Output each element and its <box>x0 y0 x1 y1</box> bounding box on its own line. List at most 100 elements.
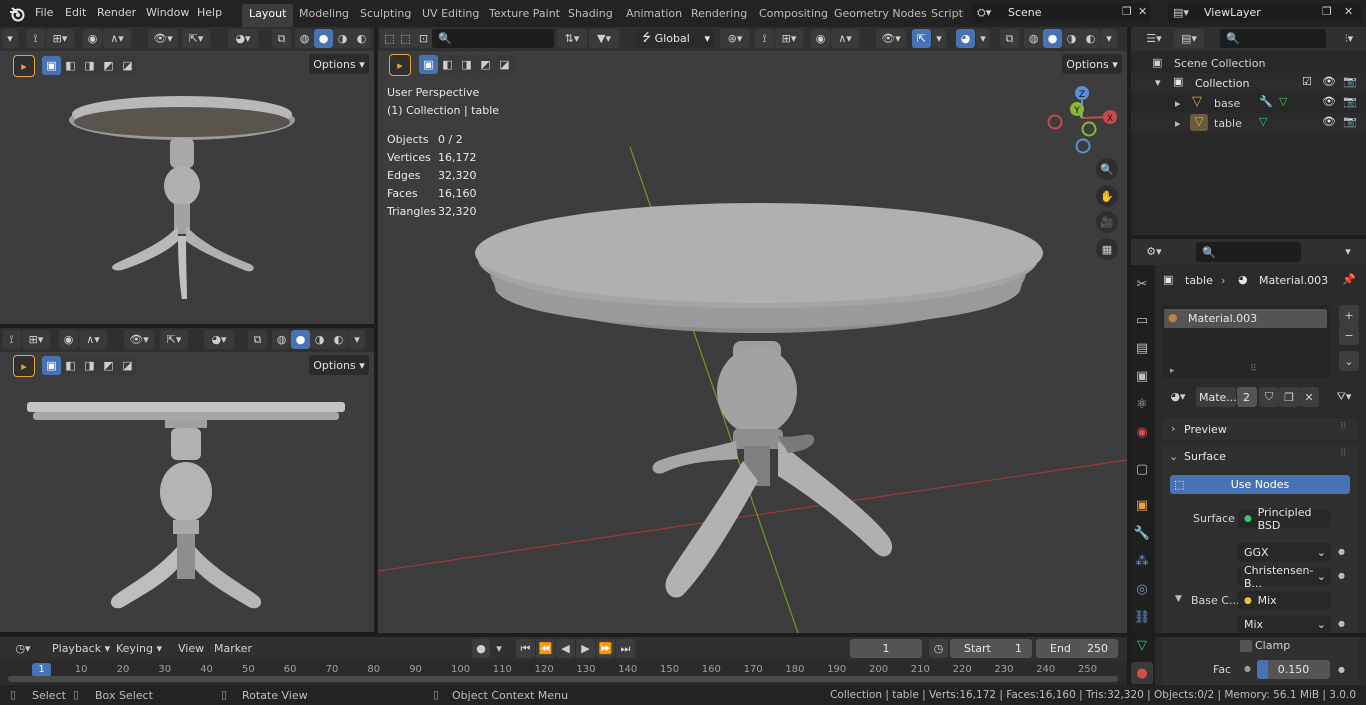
collection-tab-icon[interactable]: ▢ <box>1131 458 1153 480</box>
subsurface-method-select[interactable]: Christensen-B... ⌄ <box>1238 564 1330 590</box>
view-layer-selector[interactable]: ▤▾ ViewLayer ❐ ✕ <box>1168 3 1362 23</box>
menu-view[interactable]: View <box>178 642 204 655</box>
scene-selector[interactable]: ⛭▾ Scene ❐ ✕ <box>972 3 1150 23</box>
transform-pivot-icon[interactable]: ▾ <box>2 29 18 48</box>
material-users-count[interactable]: 2 <box>1237 387 1257 407</box>
falloff-icon-main[interactable]: ∧▾ <box>831 29 859 48</box>
jump-end-icon[interactable]: ⏭ <box>616 639 635 658</box>
snap-icon-main[interactable]: ⟟ <box>755 29 774 48</box>
snap-target-icon-2[interactable]: ⊞▾ <box>22 330 50 349</box>
select-mode-extend-icon-2[interactable]: ◧ <box>61 356 80 375</box>
select-mode-new-icon-2[interactable]: ▣ <box>42 356 61 375</box>
gizmo-icon-main[interactable]: ⇱ <box>912 29 931 48</box>
tab-shading[interactable]: Shading <box>561 4 620 23</box>
gizmo-icon[interactable]: ⇱▾ <box>182 29 210 48</box>
pin-icon[interactable]: 📌 <box>1342 273 1356 286</box>
scene-close-icon[interactable]: ✕ <box>1138 5 1147 18</box>
shading-rendered-icon-2[interactable]: ◐ <box>329 330 348 349</box>
base-color-field[interactable]: ● Mix <box>1238 591 1330 610</box>
mix-mode-select[interactable]: Mix ⌄ <box>1238 615 1330 634</box>
physics-tab-icon[interactable]: ◎ <box>1131 578 1153 600</box>
select-mode-subtract-icon-2[interactable]: ◨ <box>80 356 99 375</box>
menu-playback[interactable]: Playback ▾ <box>52 642 110 655</box>
menu-help[interactable]: Help <box>197 6 222 19</box>
left-top-viewport[interactable]: ▸ ▣ ◧ ◨ ◩ ◪ Options ▾ <box>0 51 374 324</box>
view-layer-close-icon[interactable]: ✕ <box>1344 5 1353 18</box>
frame-start-field[interactable]: Start 1 <box>950 639 1032 658</box>
object-tab-icon[interactable]: ▣ <box>1131 494 1153 516</box>
table-expand-icon[interactable]: ▸ <box>1175 117 1181 130</box>
menu-file[interactable]: File <box>35 6 53 19</box>
main-viewport[interactable]: ▸ ▣ ◧ ◨ ◩ ◪ Options ▾ User Perspective (… <box>378 51 1127 633</box>
select-mode-invert-icon[interactable]: ◩ <box>99 56 118 75</box>
base-eye-icon[interactable]: 👁 <box>1322 95 1336 108</box>
options-button-2[interactable]: Options ▾ <box>309 355 369 375</box>
tab-sculpting[interactable]: Sculpting <box>353 4 418 23</box>
base-camera-icon[interactable]: 📷 <box>1343 95 1357 108</box>
table-label[interactable]: table <box>1214 117 1242 130</box>
overlay-dropdown-icon[interactable]: ▾ <box>976 29 990 48</box>
play-reverse-icon[interactable]: ◀ <box>556 639 575 658</box>
properties-editor-icon[interactable]: ⚙▾ <box>1139 242 1169 261</box>
snap-icon-2[interactable]: ⟟ <box>2 330 21 349</box>
data-tab-icon[interactable]: ▽ <box>1131 634 1153 656</box>
shading-rendered-icon[interactable]: ◐ <box>352 29 371 48</box>
particles-tab-icon[interactable]: ⁂ <box>1131 550 1153 572</box>
select-mode-subtract-icon-main[interactable]: ◨ <box>457 55 476 74</box>
orientation-select[interactable]: ⭍ Global ▾ <box>636 29 714 48</box>
view-layer-copy-icon[interactable]: ❐ <box>1322 5 1332 18</box>
collection-expand-icon[interactable]: ▾ <box>1155 76 1161 89</box>
transform-orientation-icon[interactable]: ⇅▾ <box>557 29 587 48</box>
select-mode-extend-icon[interactable]: ◧ <box>61 56 80 75</box>
tab-geometry-nodes[interactable]: Geometry Nodes <box>827 4 934 23</box>
current-frame-field[interactable]: 1 <box>850 639 922 658</box>
overlay-icon-main[interactable]: ◕ <box>956 29 975 48</box>
shading-wire-icon[interactable]: ◍ <box>295 29 314 48</box>
shading-material-icon-main[interactable]: ◑ <box>1062 29 1081 48</box>
tab-rendering[interactable]: Rendering <box>684 4 754 23</box>
record-icon[interactable]: ● <box>472 639 490 658</box>
play-icon[interactable]: ▶ <box>576 639 595 658</box>
tab-layout[interactable]: Layout <box>242 4 294 27</box>
timeline-scrollbar[interactable] <box>8 676 1118 682</box>
select-tool-icon[interactable]: ▸ <box>13 55 35 77</box>
shading-solid-icon[interactable]: ● <box>314 29 333 48</box>
next-keyframe-icon[interactable]: ⏩ <box>596 639 615 658</box>
gizmo-dropdown-icon[interactable]: ▾ <box>932 29 946 48</box>
properties-options-icon[interactable]: ▾ <box>1337 242 1359 261</box>
camera-icon[interactable]: 🎥 <box>1096 211 1118 233</box>
pan-hand-icon[interactable]: ✋ <box>1096 185 1118 207</box>
shading-solid-icon-2[interactable]: ● <box>291 330 310 349</box>
shading-rendered-icon-main[interactable]: ◐ <box>1081 29 1100 48</box>
select-mode-new-icon-main[interactable]: ▣ <box>419 55 438 74</box>
outliner-display-mode-icon[interactable]: ▤▾ <box>1174 29 1204 48</box>
clamp-label[interactable]: Clamp <box>1255 639 1290 652</box>
tab-scripting[interactable]: Scripting <box>924 4 964 23</box>
outliner-editor-icon[interactable]: ☰▾ <box>1139 29 1169 48</box>
blender-logo-icon[interactable] <box>8 5 26 23</box>
overlay-icon[interactable]: ◕▾ <box>228 29 258 48</box>
shading-material-icon[interactable]: ◑ <box>333 29 352 48</box>
outliner-filter-icon[interactable]: ⫶▾ <box>1337 29 1361 48</box>
visibility-icon-2[interactable]: 👁▾ <box>124 330 154 349</box>
scene-collection-label[interactable]: Scene Collection <box>1174 57 1265 70</box>
options-button[interactable]: Options ▾ <box>309 54 369 74</box>
proportional-edit-icon-2[interactable]: ◉ <box>59 330 78 349</box>
scene-tab-icon[interactable]: ⚛ <box>1131 393 1153 415</box>
clamp-checkbox[interactable] <box>1240 640 1252 652</box>
outliner-search-input[interactable]: 🔍 <box>1220 29 1326 48</box>
snap-target-icon-main[interactable]: ⊞▾ <box>775 29 803 48</box>
select-mode-invert-icon-2[interactable]: ◩ <box>99 356 118 375</box>
object-mode-icon[interactable]: ⬚ <box>396 29 415 48</box>
distribution-select[interactable]: GGX ⌄ <box>1238 543 1330 562</box>
timeline-editor-icon[interactable]: ◷▾ <box>7 639 39 658</box>
select-tool-icon-main[interactable]: ▸ <box>389 54 411 76</box>
constraints-tab-icon[interactable]: ⛓ <box>1131 606 1153 628</box>
properties-search-input[interactable]: 🔍 <box>1196 242 1301 262</box>
list-resize-handle-icon[interactable]: ⠿ <box>1250 364 1257 374</box>
menu-render[interactable]: Render <box>97 6 136 19</box>
base-color-expand-icon[interactable]: ▼ <box>1175 594 1182 604</box>
duplicate-material-icon[interactable]: ❐ <box>1279 387 1299 407</box>
xray-icon[interactable]: ⧉ <box>272 29 291 48</box>
tab-texture-paint[interactable]: Texture Paint <box>482 4 567 23</box>
